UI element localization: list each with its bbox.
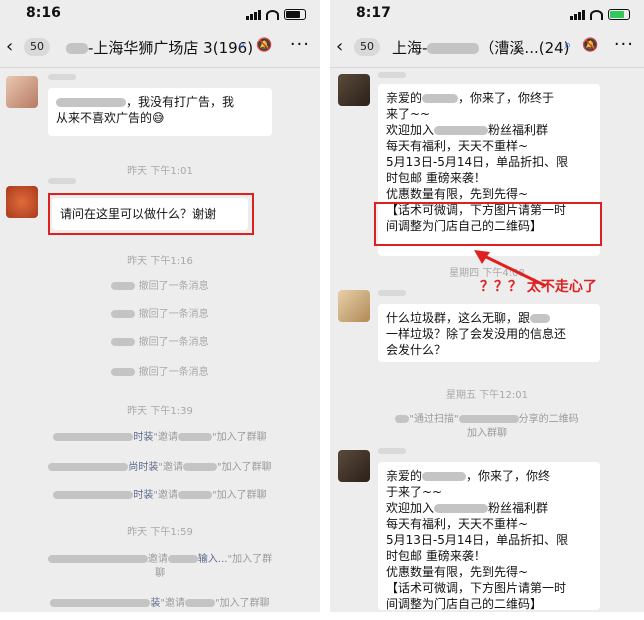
signal-icon: [246, 9, 261, 20]
back-chevron-icon[interactable]: ‹: [6, 37, 13, 57]
avatar[interactable]: [338, 74, 370, 106]
avatar[interactable]: [6, 186, 38, 218]
unread-badge[interactable]: 50: [354, 38, 380, 56]
more-icon[interactable]: ···: [290, 34, 310, 55]
system-message: 时装"邀请 "加入了群聊: [0, 486, 320, 501]
battery-icon: [284, 9, 306, 20]
welcome-message-bubble[interactable]: 亲爱的 ，你来了，你终 于来了~~ 欢迎加入 粉丝福利群 每天有福利，天天不重样~ …: [378, 462, 600, 611]
battery-icon: [608, 9, 630, 20]
complaint-message-bubble[interactable]: 什么垃圾群，这么无聊，跟 一样垃圾？除了会发没用的信息还 会发什么？: [378, 304, 600, 362]
mute-icon: 🔕: [582, 38, 599, 53]
sender-nickname: [378, 290, 406, 296]
recall-notice: 撤回了一条消息: [0, 363, 320, 378]
status-time: 8:17: [356, 5, 391, 21]
system-message: 尚时装"邀请 "加入了群聊: [0, 458, 320, 473]
highlight-box: [48, 193, 254, 235]
recall-notice: 撤回了一条消息: [0, 305, 320, 320]
timestamp: 昨天 下午1:39: [127, 406, 193, 417]
search-icon[interactable]: ⌕: [564, 38, 571, 53]
wifi-icon: [590, 9, 603, 20]
recall-notice: 撤回了一条消息: [0, 333, 320, 348]
system-message: 邀请 输入..."加入了群: [0, 550, 320, 565]
mute-icon: 🔕: [256, 38, 273, 53]
left-chat-screen: 8:16 ‹ 50 -上海华狮广场店 3(196) ⌕ 🔕 ··· ，我没有打广…: [0, 0, 320, 612]
group-title: -上海华狮广场店 3(196): [66, 37, 253, 58]
system-message: "通过扫描" 分享的二维码: [330, 410, 644, 425]
timestamp: 星期五 下午12:01: [446, 390, 528, 401]
timestamp: 昨天 下午1:59: [127, 527, 193, 538]
wifi-icon: [266, 9, 279, 20]
chat-header: ‹ 50 上海- （漕溪...(24) ⌕ 🔕 ···: [330, 28, 644, 68]
annotation-text: ？？？ 太不走心了: [480, 279, 597, 295]
search-icon[interactable]: ⌕: [238, 38, 245, 53]
right-chat-screen: 8:17 ‹ 50 上海- （漕溪...(24) ⌕ 🔕 ··· 亲爱的 ，你来了，…: [330, 0, 644, 612]
sender-nickname: [48, 74, 76, 80]
sender-nickname: [378, 448, 406, 454]
back-chevron-icon[interactable]: ‹: [336, 37, 343, 57]
message-bubble[interactable]: ，我没有打广告，我 从来不喜欢广告的😅: [48, 88, 272, 136]
signal-icon: [570, 9, 585, 20]
recall-notice: 撤回了一条消息: [0, 277, 320, 292]
sender-nickname: [48, 178, 76, 184]
more-icon[interactable]: ···: [614, 34, 634, 55]
unread-badge[interactable]: 50: [24, 38, 50, 56]
system-message: 装"邀请 "加入了群聊: [0, 594, 320, 609]
status-bar: 8:17: [330, 0, 644, 28]
group-title: 上海- （漕溪...(24): [392, 39, 570, 57]
highlight-box: [374, 202, 602, 246]
blurred-name: [66, 43, 88, 54]
avatar[interactable]: [338, 290, 370, 322]
sender-nickname: [378, 72, 406, 78]
system-message-cont: 加入群聊: [467, 428, 507, 439]
chat-header: ‹ 50 -上海华狮广场店 3(196) ⌕ 🔕 ···: [0, 28, 320, 68]
timestamp: 昨天 下午1:01: [127, 166, 193, 177]
timestamp: 昨天 下午1:16: [127, 256, 193, 267]
message-list[interactable]: 亲爱的 ，你来了，你终于 来了~~ 欢迎加入 粉丝福利群 每天有福利，天天不重样~ …: [330, 68, 644, 612]
message-list[interactable]: ，我没有打广告，我 从来不喜欢广告的😅 昨天 下午1:01 请问在这里可以做什么…: [0, 68, 320, 612]
system-message-cont: 聊: [155, 568, 165, 579]
avatar[interactable]: [6, 76, 38, 108]
status-bar: 8:16: [0, 0, 320, 28]
avatar[interactable]: [338, 450, 370, 482]
system-message: 时装"邀请 "加入了群聊: [0, 428, 320, 443]
status-time: 8:16: [26, 5, 61, 21]
